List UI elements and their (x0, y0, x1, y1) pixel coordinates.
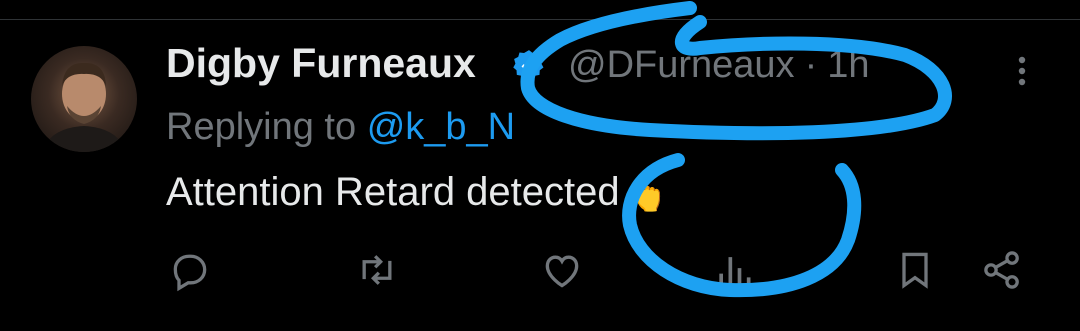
views-button[interactable] (712, 248, 756, 292)
author-handle[interactable]: @DFurneaux (568, 44, 795, 86)
more-icon[interactable] (1012, 54, 1032, 88)
handle-and-time: @DFurneaux · 1h (568, 44, 870, 87)
bookmark-button[interactable] (893, 248, 937, 292)
tweet-text: Attention Retard detected 👆 (166, 170, 668, 215)
divider (0, 19, 1080, 20)
retweet-button[interactable] (355, 248, 399, 292)
replying-to-label: Replying to (166, 106, 357, 148)
bookmark-icon (902, 252, 928, 289)
avatar[interactable] (31, 46, 137, 152)
like-button[interactable] (540, 248, 584, 292)
retweet-icon (362, 255, 392, 285)
avatar-photo (43, 62, 125, 152)
like-icon (545, 255, 579, 288)
replying-to-line: Replying to @k_b_N (166, 106, 515, 149)
share-icon (984, 251, 1019, 289)
views-icon (719, 257, 751, 285)
tweet-body: Attention Retard detected (166, 170, 620, 214)
share-button[interactable] (980, 248, 1024, 292)
reply-button[interactable] (168, 248, 212, 292)
reply-icon (173, 254, 207, 292)
action-bar (0, 248, 1080, 298)
replying-to-mention[interactable]: @k_b_N (367, 106, 515, 148)
pointing-up-emoji: 👆 (623, 172, 669, 213)
timestamp[interactable]: 1h (827, 44, 869, 86)
author-name[interactable]: Digby Furneaux (166, 40, 476, 87)
separator: · (804, 44, 818, 86)
verified-badge-icon (513, 50, 544, 80)
